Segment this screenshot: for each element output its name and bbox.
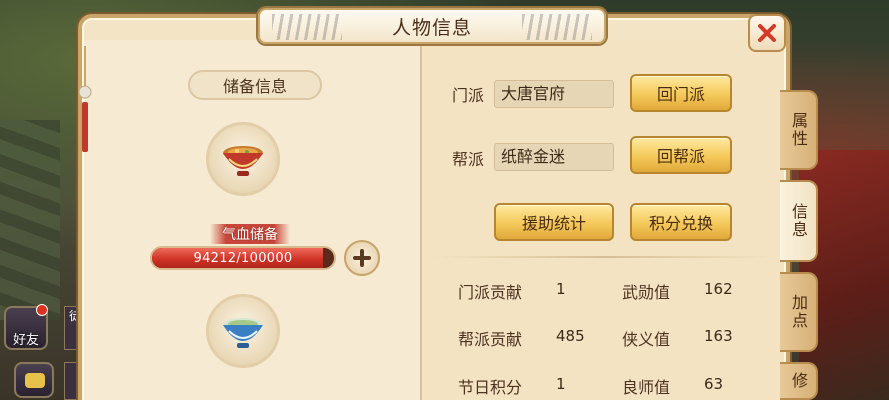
stat-label: 门派贡献: [458, 283, 523, 302]
stat-value: 63: [704, 375, 724, 393]
stat-value: 162: [704, 280, 733, 298]
chat-button[interactable]: [14, 362, 54, 398]
tab-info[interactable]: 信息: [780, 180, 818, 262]
tassel-decoration: [78, 46, 92, 152]
stat-value: 485: [556, 327, 585, 345]
title-banner: 人物信息: [258, 8, 606, 44]
return-guild-button[interactable]: 回帮派: [630, 136, 732, 174]
return-sect-button[interactable]: 回门派: [630, 74, 732, 112]
sect-label: 门派: [452, 86, 485, 105]
close-button[interactable]: [748, 14, 786, 52]
notification-dot: [36, 304, 48, 316]
chat-icon: [25, 373, 45, 388]
plus-icon: [353, 249, 371, 267]
tab-attributes[interactable]: 属性: [780, 90, 818, 170]
mp-reserve-medallion[interactable]: [206, 294, 280, 368]
tea-bowl-icon: [223, 318, 263, 348]
hp-reserve-text: 94212/100000: [193, 250, 293, 266]
add-reserve-button[interactable]: [344, 240, 380, 276]
soup-bowl-icon: [223, 146, 263, 176]
stat-label: 良师值: [622, 378, 671, 397]
stat-label: 侠义值: [622, 330, 671, 349]
stat-value: 163: [704, 327, 733, 345]
section-divider: [434, 256, 774, 258]
assist-stats-button[interactable]: 援助统计: [494, 203, 614, 241]
points-exchange-button[interactable]: 积分兑换: [630, 203, 732, 241]
stat-label: 节日积分: [458, 378, 523, 397]
friends-label: 好友: [12, 333, 39, 348]
stat-label: 武勋值: [622, 283, 671, 302]
friends-button[interactable]: 好友: [4, 304, 48, 350]
stat-label: 帮派贡献: [458, 330, 523, 349]
stat-value: 1: [556, 280, 566, 298]
guild-value: 纸醉金迷: [494, 143, 614, 171]
reserve-header: 储备信息: [188, 70, 322, 100]
tab-cultivation[interactable]: 修: [780, 362, 818, 400]
hp-reserve-label: 气血储备: [210, 224, 290, 244]
hp-reserve-bar: 94212/100000: [150, 246, 336, 270]
guild-label: 帮派: [452, 150, 485, 169]
close-icon: [758, 24, 776, 42]
hp-reserve-medallion[interactable]: [206, 122, 280, 196]
sect-value: 大唐官府: [494, 80, 614, 108]
background-stones: [0, 120, 60, 320]
stat-value: 1: [556, 375, 566, 393]
tab-points[interactable]: 加点: [780, 272, 818, 352]
page-title: 人物信息: [391, 16, 472, 39]
